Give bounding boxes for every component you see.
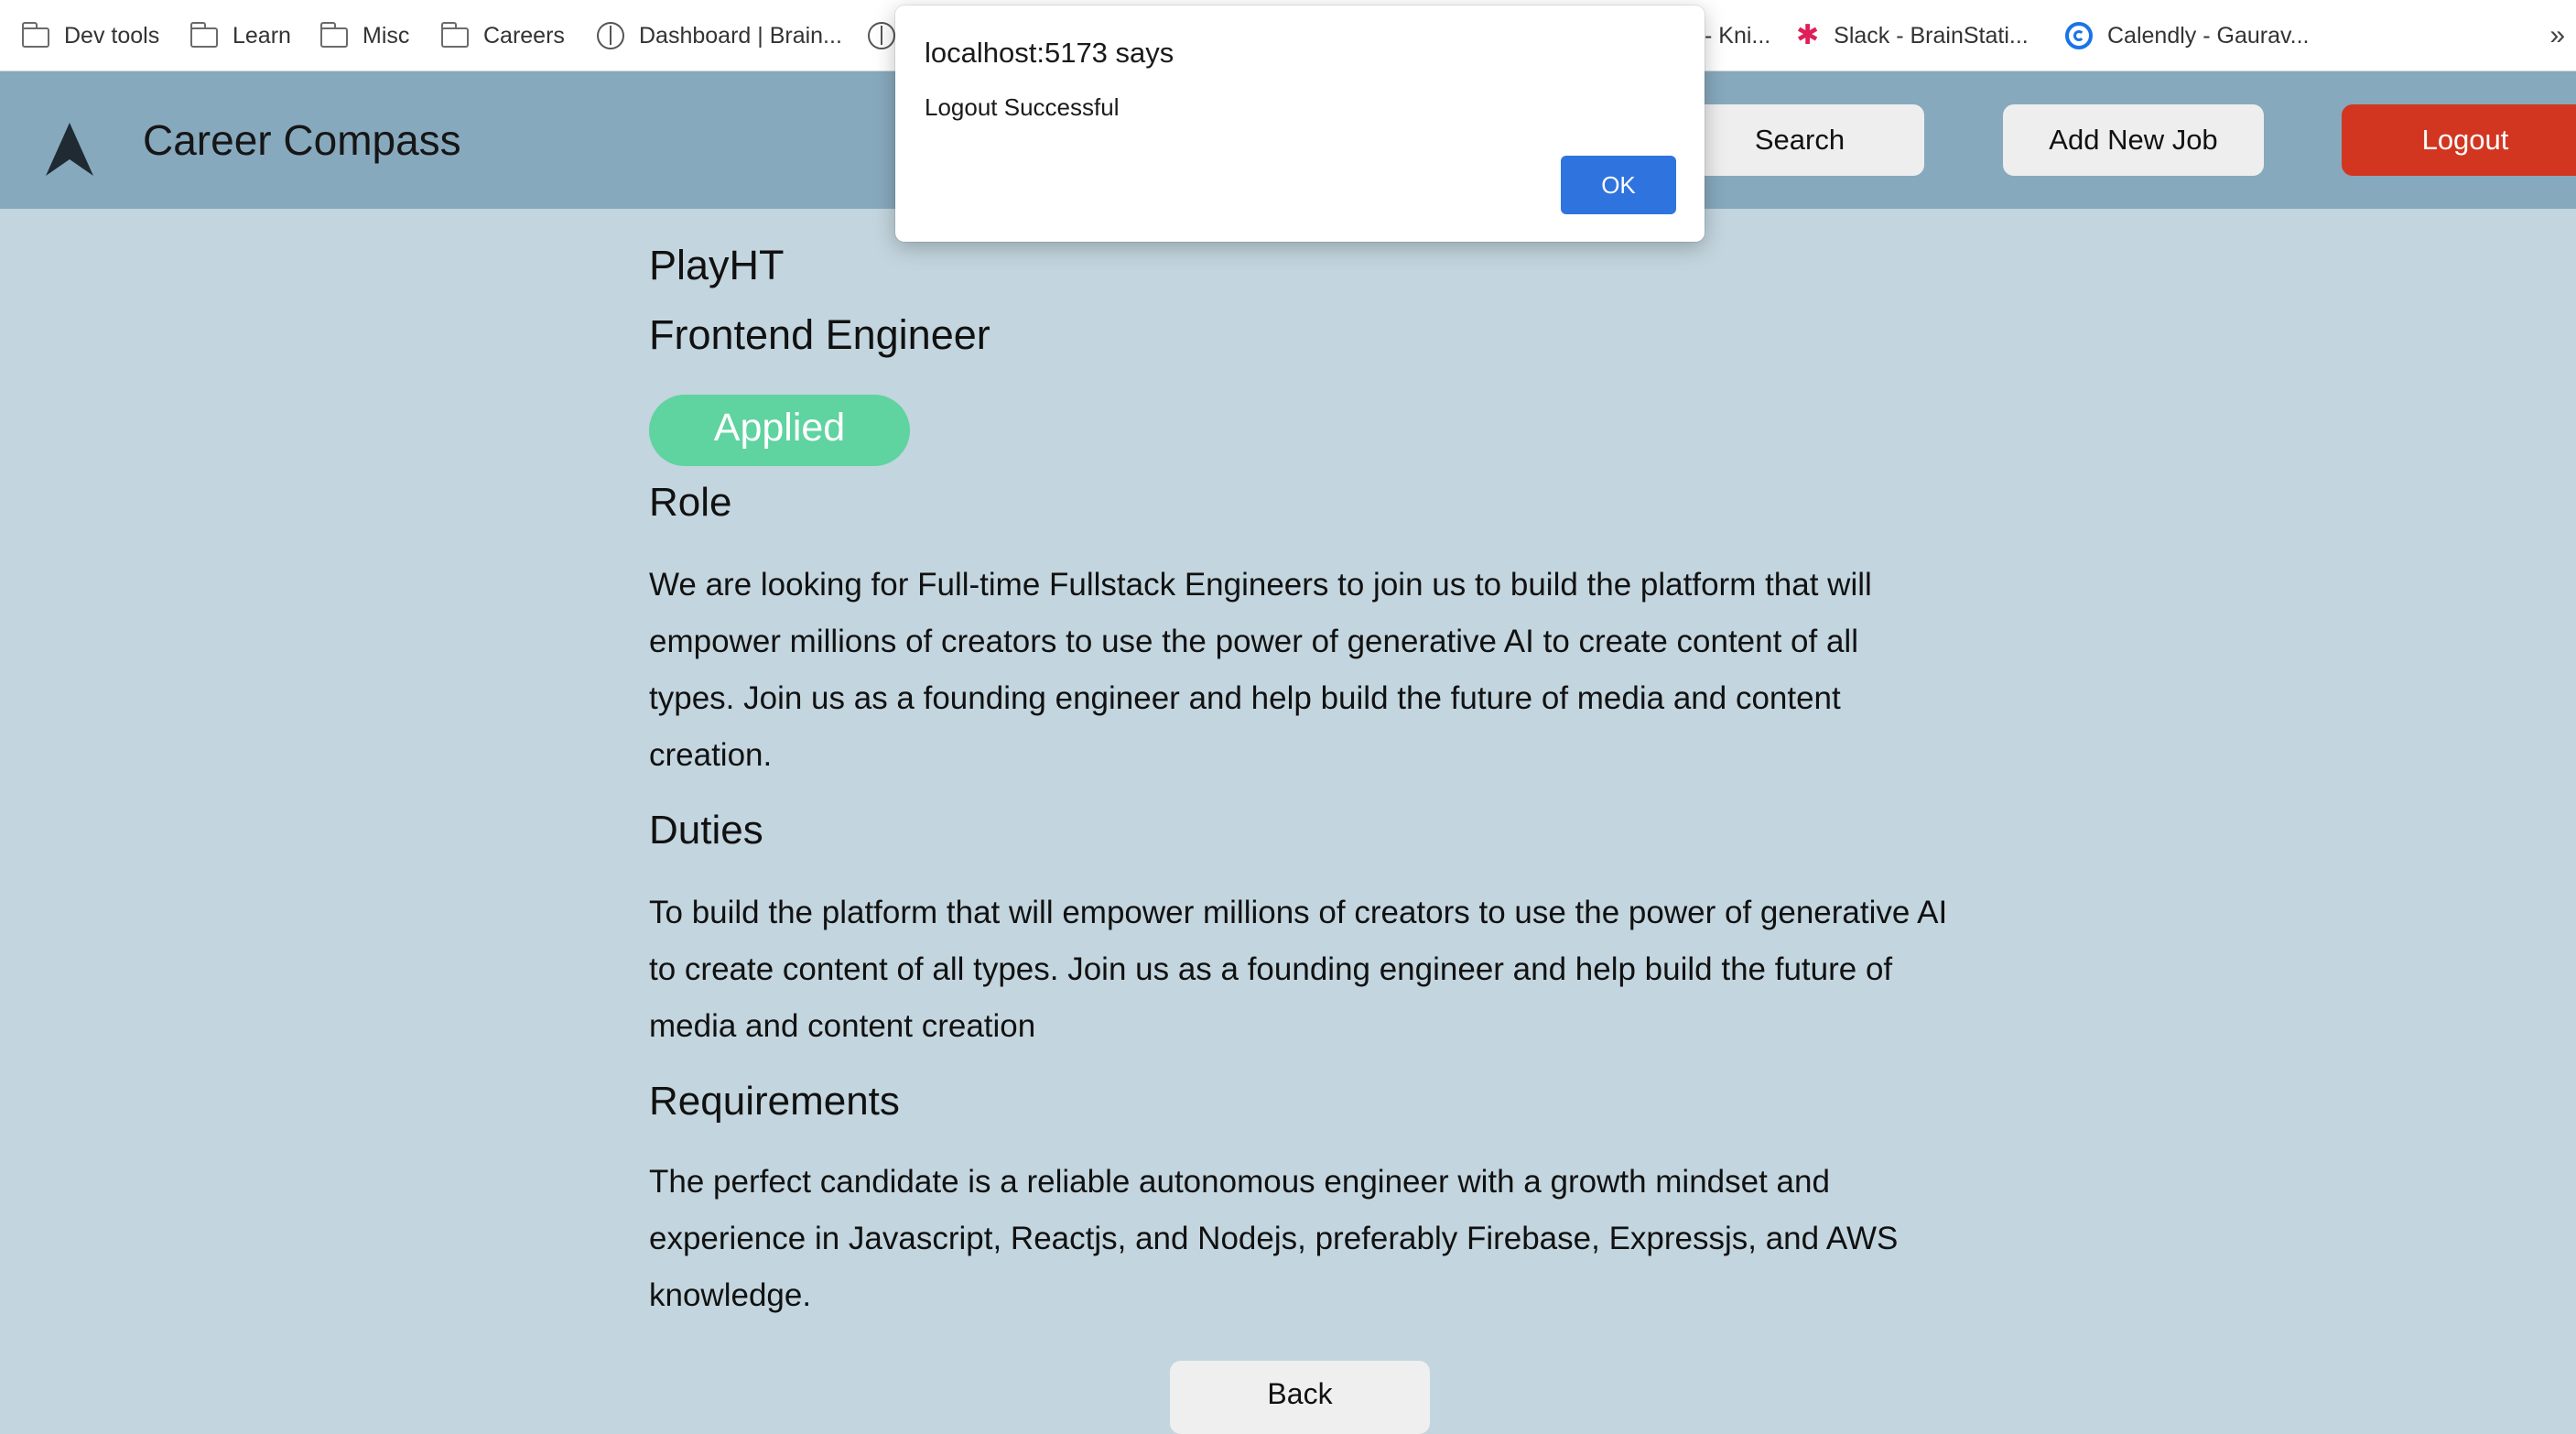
bookmark-label: Slack - BrainStati... xyxy=(1834,22,2029,49)
bookmarks-overflow-chevron-icon[interactable]: » xyxy=(2549,0,2565,71)
bookmark-partial[interactable] xyxy=(868,0,895,71)
section-heading-duties: Duties xyxy=(649,808,763,853)
brain-icon xyxy=(868,22,895,49)
bookmark-kni[interactable]: - Kni... xyxy=(1705,0,1770,71)
bookmark-dev-tools[interactable]: Dev tools xyxy=(21,0,160,71)
bookmark-learn[interactable]: Learn xyxy=(189,0,291,71)
bookmark-label: Calendly - Gaurav... xyxy=(2107,22,2310,49)
bookmark-label: Misc xyxy=(363,22,410,49)
job-title: Frontend Engineer xyxy=(649,311,990,358)
section-heading-requirements: Requirements xyxy=(649,1079,900,1124)
folder-icon xyxy=(189,22,218,48)
bookmark-careers[interactable]: Careers xyxy=(440,0,565,71)
add-new-job-button[interactable]: Add New Job xyxy=(2003,104,2264,176)
section-body-duties: To build the platform that will empower … xyxy=(649,895,1948,1044)
status-badge: Applied xyxy=(649,395,910,466)
section-heading-role: Role xyxy=(649,480,732,525)
back-button[interactable]: Back xyxy=(1170,1361,1430,1434)
company-name: PlayHT xyxy=(649,242,785,288)
brain-icon xyxy=(597,22,624,49)
bookmark-calendly[interactable]: Calendly - Gaurav... xyxy=(2065,0,2309,71)
bookmark-label: Learn xyxy=(233,22,291,49)
folder-icon xyxy=(21,22,49,48)
folder-icon xyxy=(319,22,348,48)
bookmark-label: Careers xyxy=(483,22,565,49)
bookmark-label: - Kni... xyxy=(1705,22,1771,49)
bookmark-misc[interactable]: Misc xyxy=(319,0,410,71)
alert-message: Logout Successful xyxy=(925,93,1120,121)
compass-logo-icon xyxy=(46,123,93,176)
logout-button[interactable]: Logout xyxy=(2342,104,2576,176)
alert-ok-button[interactable]: OK xyxy=(1561,156,1676,214)
bookmark-label: Dev tools xyxy=(64,22,160,49)
bookmark-dashboard[interactable]: Dashboard | Brain... xyxy=(597,0,842,71)
app-title: Career Compass xyxy=(143,116,461,164)
alert-dialog: localhost:5173 says Logout Successful OK xyxy=(895,5,1705,242)
folder-icon xyxy=(440,22,469,48)
section-body-role: We are looking for Full-time Fullstack E… xyxy=(649,567,1872,773)
section-body-requirements: The perfect candidate is a reliable auto… xyxy=(649,1164,1899,1313)
calendly-icon xyxy=(2065,22,2093,49)
alert-title: localhost:5173 says xyxy=(925,37,1174,69)
search-button[interactable]: Search xyxy=(1675,104,1924,176)
bookmark-label: Dashboard | Brain... xyxy=(639,22,842,49)
bookmark-slack[interactable]: ✱ Slack - BrainStati... xyxy=(1796,0,2029,71)
slack-icon: ✱ xyxy=(1796,20,1820,50)
